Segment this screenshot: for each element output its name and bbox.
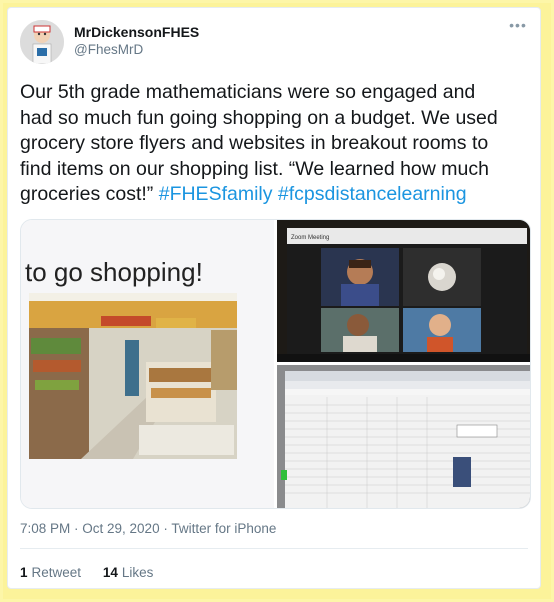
user-handle[interactable]: @FhesMrD — [74, 42, 143, 57]
likes-label: Likes — [121, 565, 154, 580]
photo-slide[interactable]: to go shopping! — [21, 220, 274, 508]
zoom-window-title: Zoom Meeting — [291, 235, 329, 241]
ellipsis-icon[interactable]: ••• — [508, 18, 528, 34]
avatar[interactable] — [20, 20, 64, 64]
likes-count: 14 — [102, 565, 118, 580]
photo-spreadsheet[interactable] — [277, 365, 530, 508]
tweet-timestamp[interactable]: 7:08 PM · Oct 29, 2020 · Twitter for iPh… — [20, 521, 276, 536]
retweets-label: Retweet — [31, 565, 82, 580]
tweet-text: Our 5th grade mathematicians were so eng… — [20, 80, 512, 208]
divider — [20, 548, 528, 549]
slide-caption: to go shopping! — [25, 257, 203, 287]
media-grid: to go shopping! Zoom Meeting — [20, 219, 531, 509]
hashtag-link[interactable]: #FHESfamily — [159, 183, 273, 205]
tweet-card: MrDickensonFHES @FhesMrD ••• Our 5th gra… — [7, 7, 541, 589]
retweets-count: 1 — [20, 565, 28, 580]
display-name[interactable]: MrDickensonFHES — [74, 24, 199, 40]
photo-zoom-meeting[interactable]: Zoom Meeting — [277, 220, 530, 362]
retweets-stat[interactable]: 1 Retweet — [20, 565, 81, 580]
engagement-stats: 1 Retweet 14 Likes — [20, 565, 171, 580]
likes-stat[interactable]: 14 Likes — [103, 565, 154, 580]
hashtag-link[interactable]: #fcpsdistancelearning — [278, 183, 467, 205]
